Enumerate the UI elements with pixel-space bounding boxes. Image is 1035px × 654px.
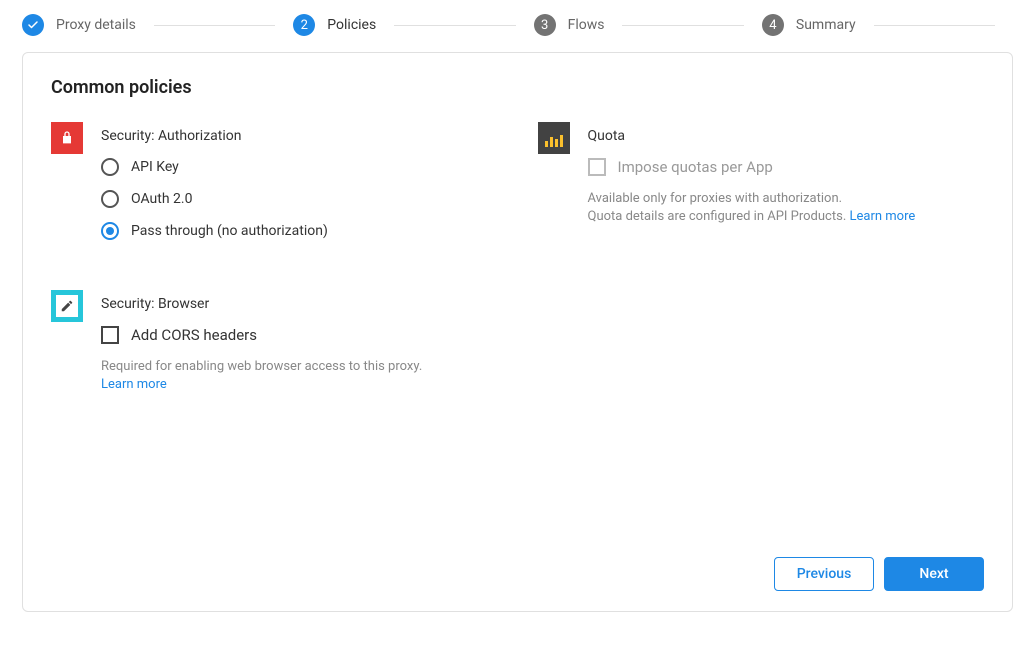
policy-browser: Security: Browser Add CORS headers Requi… (51, 290, 498, 394)
policy-authorization: Security: Authorization API Key OAuth 2.… (51, 122, 498, 254)
radio-label: Pass through (no authorization) (131, 223, 328, 239)
step-proxy-details[interactable]: Proxy details (22, 14, 136, 36)
helper-text: Available only for proxies with authoriz… (588, 190, 985, 226)
step-connector (622, 25, 743, 26)
lock-icon (51, 122, 83, 154)
step-number: 4 (762, 14, 784, 36)
radio-icon (101, 222, 119, 240)
step-label: Policies (327, 17, 376, 33)
bar-chart-icon (538, 122, 570, 154)
learn-more-link[interactable]: Learn more (849, 209, 915, 224)
next-button[interactable]: Next (884, 557, 984, 591)
radio-oauth[interactable]: OAuth 2.0 (101, 190, 498, 208)
step-policies[interactable]: 2 Policies (293, 14, 376, 36)
step-connector (874, 25, 995, 26)
helper-text-line: Available only for proxies with authoriz… (588, 191, 843, 206)
step-summary[interactable]: 4 Summary (762, 14, 856, 36)
radio-label: API Key (131, 159, 179, 175)
pencil-icon (51, 290, 83, 322)
step-number: 3 (534, 14, 556, 36)
radio-pass-through[interactable]: Pass through (no authorization) (101, 222, 498, 240)
step-label: Summary (796, 17, 856, 33)
checkbox-icon (101, 326, 119, 344)
policy-title: Quota (588, 128, 985, 144)
checkbox-icon (588, 158, 606, 176)
policy-title: Security: Browser (101, 296, 498, 312)
step-label: Flows (568, 17, 605, 33)
checkbox-quota: Impose quotas per App (588, 158, 985, 176)
policy-quota: Quota Impose quotas per App Available on… (538, 122, 985, 226)
step-number: 2 (293, 14, 315, 36)
helper-text: Required for enabling web browser access… (101, 358, 498, 394)
wizard-stepper: Proxy details 2 Policies 3 Flows 4 Summa… (22, 14, 1013, 52)
checkbox-cors[interactable]: Add CORS headers (101, 326, 498, 344)
radio-icon (101, 158, 119, 176)
radio-label: OAuth 2.0 (131, 191, 192, 207)
policy-title: Security: Authorization (101, 128, 498, 144)
checkbox-label: Add CORS headers (131, 326, 257, 344)
step-label: Proxy details (56, 17, 136, 33)
step-flows[interactable]: 3 Flows (534, 14, 605, 36)
wizard-footer: Previous Next (51, 557, 984, 591)
step-connector (154, 25, 275, 26)
radio-api-key[interactable]: API Key (101, 158, 498, 176)
radio-icon (101, 190, 119, 208)
helper-text-line: Quota details are configured in API Prod… (588, 209, 847, 224)
policies-card: Common policies Security: Authorization … (22, 52, 1013, 612)
check-icon (22, 14, 44, 36)
learn-more-link[interactable]: Learn more (101, 377, 167, 392)
page-title: Common policies (51, 77, 984, 98)
step-connector (394, 25, 515, 26)
helper-text-line: Required for enabling web browser access… (101, 359, 422, 374)
checkbox-label: Impose quotas per App (618, 158, 773, 176)
previous-button[interactable]: Previous (774, 557, 874, 591)
